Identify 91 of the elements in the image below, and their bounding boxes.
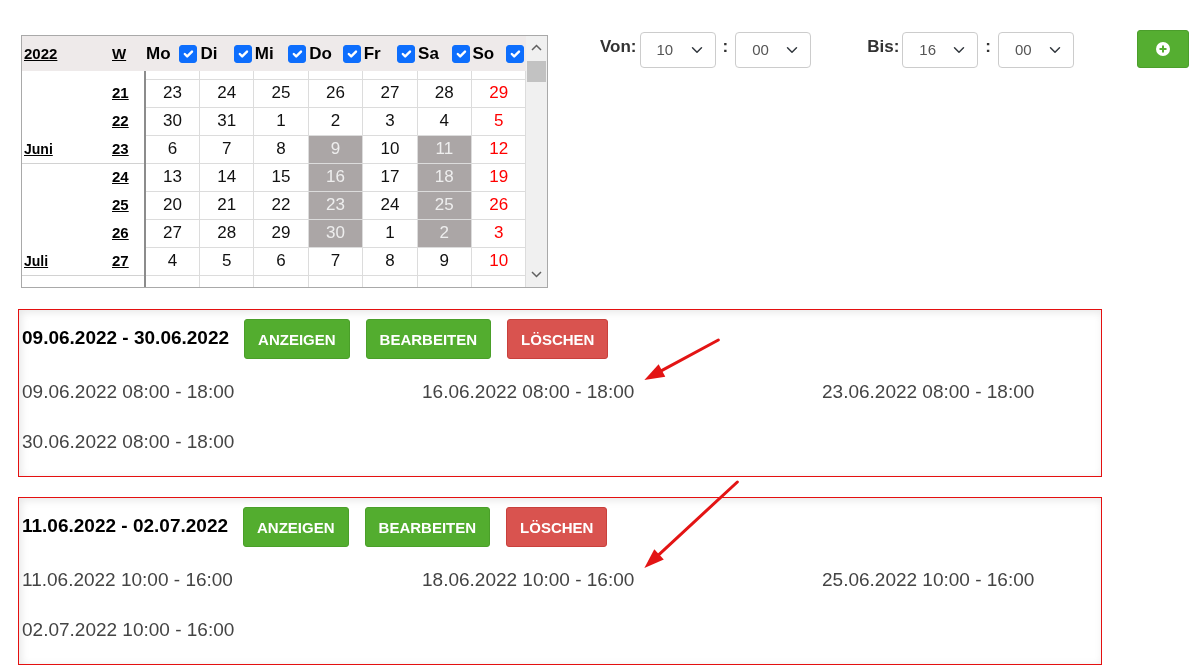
date-cell[interactable]: 4 [145,247,200,275]
appointment-text: 02.07.2022 10:00 - 16:00 [22,617,235,642]
date-cell[interactable]: 25 [253,79,309,107]
time-label: Bis: [867,36,900,59]
date-cell[interactable]: 6 [145,135,200,163]
time-separator: : [722,36,729,59]
date-cell[interactable]: 8 [253,135,309,163]
appointment-text: 18.06.2022 10:00 - 16:00 [422,567,635,592]
day-checkbox[interactable] [397,44,416,63]
hour-select[interactable]: 10 [639,32,716,68]
add-button[interactable] [1137,30,1189,68]
date-range-title: 11.06.2022 - 02.07.2022 [22,513,229,538]
delete-button[interactable]: LÖSCHEN [507,319,609,359]
date-cell[interactable]: 5 [471,107,526,135]
weekday-label: Sa [418,42,439,65]
week-link[interactable]: 21 [112,84,129,101]
date-cell[interactable]: 4 [417,107,472,135]
weekday-label: So [472,42,495,65]
date-cell[interactable]: 12 [471,135,526,163]
date-cell[interactable]: 26 [471,191,526,219]
appointment-text: 16.06.2022 08:00 - 18:00 [422,379,635,404]
date-cell[interactable]: 28 [417,79,472,107]
date-cell[interactable]: 20 [145,191,200,219]
minute-select[interactable]: 00 [735,32,812,68]
appointment-text: 09.06.2022 08:00 - 18:00 [22,379,235,404]
date-cell[interactable]: 1 [362,219,418,247]
date-cell[interactable]: 29 [253,219,309,247]
day-checkbox[interactable] [451,44,470,63]
scrollbar[interactable] [526,36,547,287]
date-cell[interactable]: 14 [199,163,254,191]
date-cell[interactable]: 17 [362,163,418,191]
date-range-title: 09.06.2022 - 30.06.2022 [22,325,230,350]
date-cell[interactable]: 5 [199,247,254,275]
week-link[interactable]: 23 [112,139,129,157]
week-link[interactable]: 22 [112,112,129,129]
minute-select[interactable]: 00 [998,32,1074,68]
date-cell[interactable]: 3 [471,219,526,247]
day-checkbox[interactable] [233,44,252,63]
date-cell[interactable]: 23 [145,79,200,107]
weekday-label: Di [200,42,218,65]
week-column-link[interactable]: W [112,44,127,62]
date-cell[interactable]: 3 [362,107,418,135]
date-cell[interactable]: 26 [308,79,363,107]
chevron-down-icon[interactable] [531,271,542,278]
date-cell[interactable]: 13 [145,163,200,191]
delete-button[interactable]: LÖSCHEN [506,507,608,547]
date-cell[interactable]: 27 [362,79,418,107]
date-cell[interactable]: 1 [253,107,309,135]
appointment-text: 30.06.2022 08:00 - 18:00 [22,429,235,454]
week-link[interactable]: 26 [112,224,129,241]
day-checkbox[interactable] [505,44,524,63]
date-cell[interactable]: 6 [253,247,309,275]
appointment-text: 25.06.2022 10:00 - 16:00 [822,567,1035,592]
week-link[interactable]: 27 [112,251,129,269]
date-cell[interactable]: 10 [362,135,418,163]
time-label: Von: [600,36,637,59]
date-cell[interactable]: 24 [362,191,418,219]
date-cell[interactable]: 2 [308,107,363,135]
date-cell[interactable]: 28 [199,219,254,247]
date-cell[interactable]: 7 [199,135,254,163]
date-cell[interactable]: 22 [253,191,309,219]
date-cell[interactable]: 9 [417,247,472,275]
week-link[interactable]: 25 [112,196,129,213]
time-separator: : [985,36,991,59]
plus-circle-icon [1156,42,1170,56]
weekday-label: Mi [254,42,274,65]
date-cell[interactable]: 15 [253,163,309,191]
month-link[interactable]: Juli [24,246,49,275]
hour-select[interactable]: 16 [902,32,979,68]
date-cell[interactable]: 21 [199,191,254,219]
date-cell[interactable]: 7 [308,247,363,275]
month-link[interactable]: Juni [24,134,53,163]
day-checkbox[interactable] [288,44,307,63]
date-cell[interactable]: 8 [362,247,418,275]
date-cell[interactable]: 19 [471,163,526,191]
date-cell[interactable]: 10 [471,247,526,275]
weekday-label: Fr [363,42,381,65]
date-cell[interactable]: 31 [199,107,254,135]
weekday-label: Mo [146,42,171,65]
date-cell[interactable]: 29 [471,79,526,107]
appointment-text: 23.06.2022 08:00 - 18:00 [822,379,1035,404]
weekday-label: Do [309,42,332,65]
date-cell[interactable]: 24 [199,79,254,107]
chevron-up-icon[interactable] [531,44,542,51]
date-cell[interactable]: 30 [145,107,200,135]
appointment-text: 11.06.2022 10:00 - 16:00 [22,567,233,592]
scrollbar-thumb[interactable] [527,61,546,82]
date-cell[interactable]: 27 [145,219,200,247]
day-checkbox[interactable] [179,44,198,63]
week-link[interactable]: 24 [112,168,129,186]
day-checkbox[interactable] [342,44,361,63]
